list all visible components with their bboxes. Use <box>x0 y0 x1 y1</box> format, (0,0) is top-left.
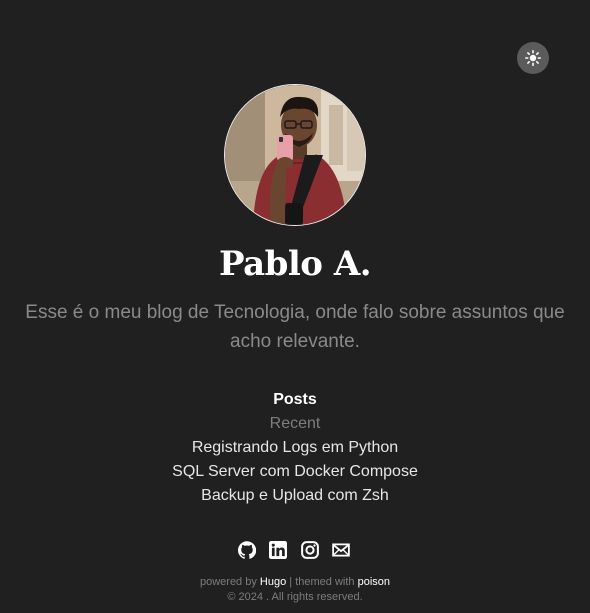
main-nav: Posts Recent Registrando Logs em Python … <box>0 388 590 508</box>
social-links <box>238 541 350 559</box>
footer: powered by Hugo | themed with poison © 2… <box>0 575 590 605</box>
nav-posts-link[interactable]: Posts <box>0 388 590 412</box>
themed-with-text: themed with <box>295 576 355 588</box>
avatar <box>224 84 366 226</box>
recent-post-link[interactable]: SQL Server com Docker Compose <box>0 460 590 484</box>
poison-link[interactable]: poison <box>358 576 390 588</box>
profile-name: Pablo A. <box>218 244 372 284</box>
instagram-icon[interactable] <box>300 541 319 559</box>
powered-by-text: powered by <box>199 576 257 588</box>
page: Pablo A. Esse é o meu blog de Tecnologia… <box>0 0 590 613</box>
theme-toggle-button[interactable] <box>517 42 549 74</box>
email-icon[interactable] <box>332 541 350 559</box>
footer-separator: | <box>289 576 293 588</box>
copyright-text: © 2024 . All rights reserved. <box>227 591 363 603</box>
recent-heading: Recent <box>269 415 321 432</box>
recent-post-link[interactable]: Backup e Upload com Zsh <box>0 484 590 508</box>
linkedin-icon[interactable] <box>269 541 288 559</box>
profile-photo <box>225 85 365 225</box>
github-icon[interactable] <box>238 541 256 559</box>
profile-tagline: Esse é o meu blog de Tecnologia, onde fa… <box>25 302 565 352</box>
sun-icon <box>525 50 541 66</box>
hugo-link[interactable]: Hugo <box>260 576 286 588</box>
recent-post-link[interactable]: Registrando Logs em Python <box>0 436 590 460</box>
footer-credits: powered by Hugo | themed with poison <box>0 575 590 590</box>
